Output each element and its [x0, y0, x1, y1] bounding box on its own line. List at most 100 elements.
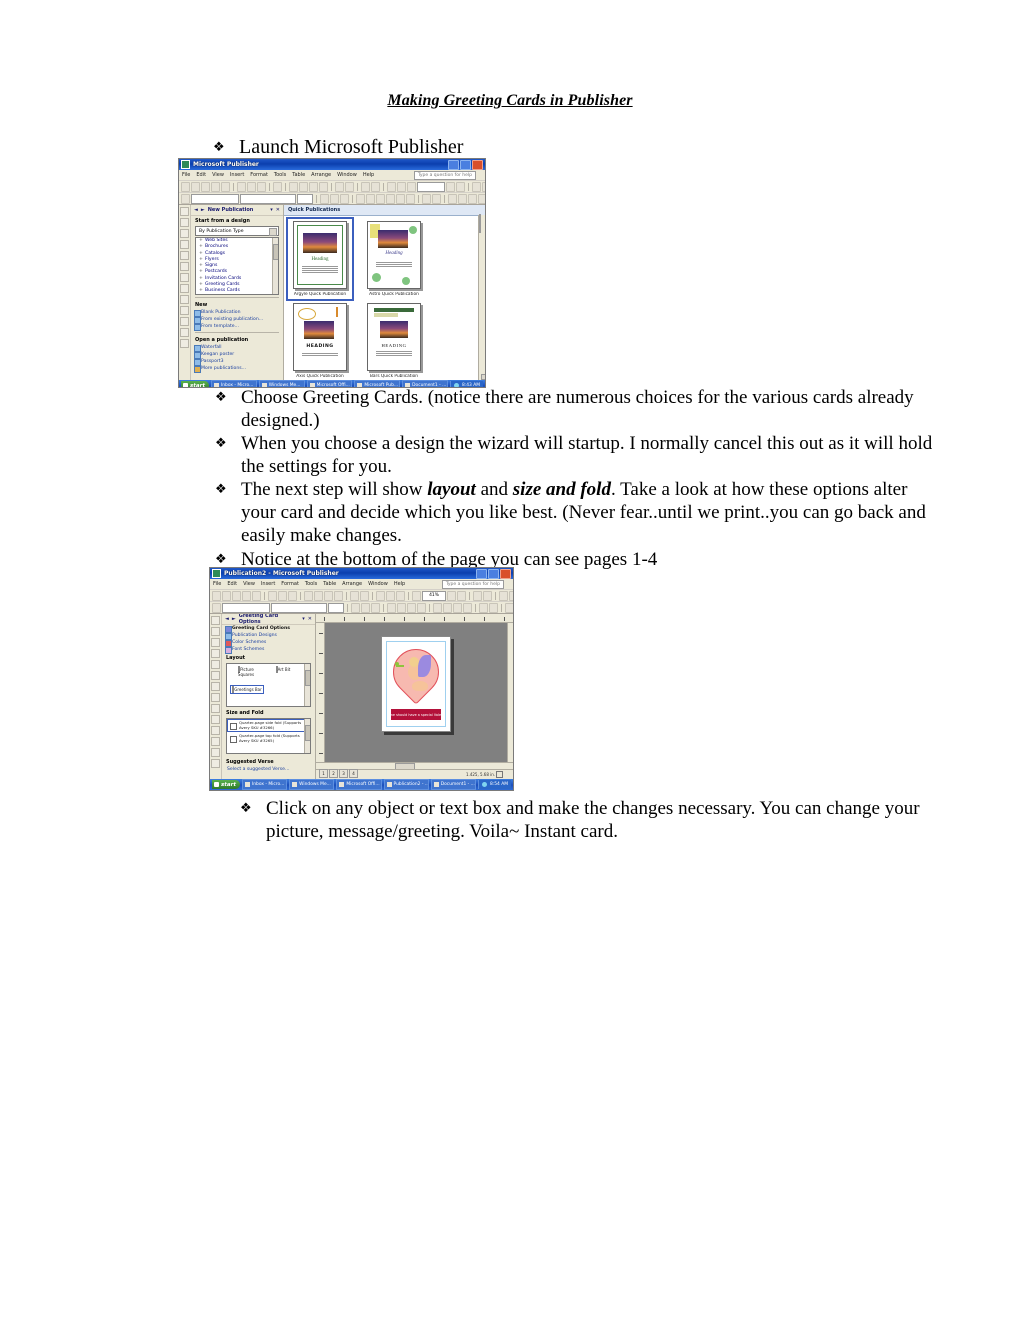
subscript-icon[interactable] [432, 193, 441, 204]
print-icon[interactable] [268, 590, 277, 601]
object-icon[interactable] [509, 590, 513, 601]
menu-arrange[interactable]: Arrange [311, 172, 331, 178]
autoshapes-tool-icon[interactable] [180, 306, 189, 315]
toolbar-options-icon[interactable] [482, 181, 485, 192]
oval-tool-icon[interactable] [180, 284, 189, 293]
scroll-down-icon[interactable] [481, 374, 485, 380]
copy-icon[interactable] [299, 181, 308, 192]
menu-edit[interactable]: Edit [227, 581, 237, 587]
shrink-font-icon[interactable] [489, 602, 498, 613]
underline-icon[interactable] [340, 193, 349, 204]
insert-table-icon[interactable] [371, 181, 380, 192]
page-tab-3[interactable]: 3 [339, 769, 348, 778]
spelling-icon[interactable] [288, 590, 297, 601]
underline-icon[interactable] [371, 602, 380, 613]
gallery-item-bars[interactable]: HEADING Bars Quick Publication [364, 303, 424, 379]
menu-view[interactable]: View [243, 581, 255, 587]
menu-format[interactable]: Format [250, 172, 268, 178]
page-tab-2[interactable]: 2 [329, 769, 338, 778]
menu-insert[interactable]: Insert [261, 581, 275, 587]
style-icon[interactable] [181, 193, 190, 204]
task-pane-dropdown-icon[interactable]: ▾ [302, 616, 305, 622]
save-icon[interactable] [201, 181, 210, 192]
decrease-indent-icon[interactable] [453, 602, 462, 613]
autoshapes-tool-icon[interactable] [211, 715, 220, 724]
canvas-horizontal-scrollbar[interactable] [316, 762, 513, 771]
bullets-icon[interactable] [443, 602, 452, 613]
hot-spot-tool-icon[interactable] [180, 328, 189, 337]
layout-scrollbar[interactable] [304, 664, 310, 706]
insert-table-tool-icon[interactable] [211, 638, 220, 647]
zoom-out-icon[interactable] [446, 181, 455, 192]
superscript-icon[interactable] [422, 193, 431, 204]
start-button[interactable]: start [212, 780, 240, 789]
link-passport3[interactable]: Passport3 [191, 358, 283, 366]
line-tool-icon[interactable] [180, 262, 189, 271]
research-icon[interactable] [273, 181, 282, 192]
insert-table-icon[interactable] [386, 590, 395, 601]
gallery-item-astro[interactable]: Heading Astro Quick Publication [364, 221, 424, 297]
link-from-template[interactable]: From template... [191, 323, 283, 331]
zoom-combo[interactable]: 41% [422, 590, 446, 601]
grow-font-icon[interactable] [479, 602, 488, 613]
link-more-publications[interactable]: More publications... [191, 365, 283, 373]
start-button[interactable]: start [181, 381, 209, 387]
justify-icon[interactable] [386, 193, 395, 204]
zoom-in-icon[interactable] [457, 590, 466, 601]
style-combo[interactable] [191, 193, 239, 204]
line-spacing-icon[interactable] [396, 193, 405, 204]
align-left-icon-2[interactable] [356, 193, 365, 204]
form-control-tool-icon[interactable] [211, 726, 220, 735]
menu-help[interactable]: Help [394, 581, 405, 587]
publication-type-select[interactable]: By Publication Type [195, 226, 279, 236]
zoom-in-icon[interactable] [456, 181, 465, 192]
bold-icon[interactable] [320, 193, 329, 204]
page-tab-4[interactable]: 4 [349, 769, 358, 778]
maximize-icon[interactable] [488, 568, 499, 579]
spelling-icon[interactable] [257, 181, 266, 192]
menu-tools[interactable]: Tools [305, 581, 317, 587]
align-center-icon[interactable] [397, 181, 406, 192]
greeting-card-page[interactable]: Someone should have a special Valentine.… [381, 636, 451, 732]
fold-scrollbar[interactable] [304, 719, 310, 753]
hyperlink-icon[interactable] [499, 590, 508, 601]
link-from-existing[interactable]: From existing publication... [191, 316, 283, 324]
paste-icon[interactable] [309, 181, 318, 192]
help-icon[interactable] [472, 181, 481, 192]
publication-canvas[interactable]: Someone should have a special Valentine.… [325, 623, 513, 762]
link-select-suggested-verse[interactable]: Select a suggested Verse... [222, 766, 315, 773]
oval-tool-icon[interactable] [211, 693, 220, 702]
style-combo[interactable] [222, 602, 270, 613]
new-icon[interactable] [212, 590, 221, 601]
gallery-item-argyle[interactable]: Heading Argyle Quick Publication [286, 217, 354, 301]
print-icon[interactable] [237, 181, 246, 192]
numbering-icon[interactable] [433, 602, 442, 613]
gallery-item-axis[interactable]: HEADING Axis Quick Publication [290, 303, 350, 379]
zoom-out-icon[interactable] [447, 590, 456, 601]
maximize-icon[interactable] [460, 159, 471, 170]
ask-a-question-input[interactable]: Type a question for help [441, 579, 504, 589]
insert-table-tool-icon[interactable] [180, 229, 189, 238]
design-gallery-tool-icon[interactable] [180, 339, 189, 348]
menu-arrange[interactable]: Arrange [342, 581, 362, 587]
back-arrow-icon[interactable]: ◄ [194, 207, 198, 213]
align-right-icon-2[interactable] [407, 602, 416, 613]
decrease-indent-icon[interactable] [468, 193, 477, 204]
vertical-ruler[interactable] [316, 623, 325, 762]
increase-indent-icon[interactable] [463, 602, 472, 613]
menu-table[interactable]: Table [292, 172, 305, 178]
minimize-icon[interactable] [476, 568, 487, 579]
taskbar-item-publication2[interactable]: Publication2 - ... [383, 779, 429, 790]
taskbar-item-microsoft-office[interactable]: Microsoft Offi... [336, 779, 382, 790]
size-and-fold-list[interactable]: Quarter-page side fold (Supports Avery S… [226, 718, 311, 754]
radio-icon[interactable] [230, 736, 237, 744]
rectangle-tool-icon[interactable] [211, 704, 220, 713]
redo-icon[interactable] [345, 181, 354, 192]
increase-indent-icon[interactable] [478, 193, 485, 204]
task-pane-close-icon[interactable]: ✕ [276, 207, 280, 213]
fill-color-icon[interactable] [505, 602, 513, 613]
align-right-icon-2[interactable] [376, 193, 385, 204]
rectangle-tool-icon[interactable] [180, 295, 189, 304]
font-size-combo[interactable] [328, 602, 344, 613]
link-blank-publication[interactable]: Blank Publication [191, 309, 283, 317]
